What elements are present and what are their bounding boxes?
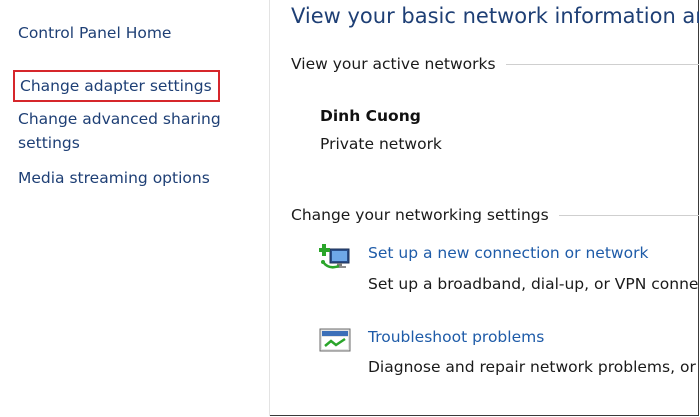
main-content: View your basic network information and …	[270, 0, 699, 416]
sidebar-item-change-advanced-sharing-settings[interactable]: Change advanced sharing settings	[18, 107, 258, 155]
setup-connection-link[interactable]: Set up a new connection or network	[368, 244, 648, 262]
troubleshoot-problems-link[interactable]: Troubleshoot problems	[368, 328, 544, 346]
section-divider	[558, 214, 699, 216]
networking-settings-heading: Change your networking settings	[291, 206, 549, 224]
networking-settings-section: Change your networking settings	[291, 206, 699, 224]
troubleshoot-problems-description: Diagnose and repair network problems, or…	[368, 358, 699, 376]
active-networks-section: View your active networks	[291, 55, 699, 73]
sidebar-item-media-streaming-options[interactable]: Media streaming options	[18, 166, 210, 190]
active-networks-heading: View your active networks	[291, 55, 496, 73]
sidebar: Control Panel Home Change adapter settin…	[0, 0, 270, 416]
troubleshoot-icon[interactable]	[319, 326, 353, 356]
page-title: View your basic network information and	[291, 4, 699, 28]
network-type: Private network	[320, 135, 442, 153]
sidebar-item-control-panel-home[interactable]: Control Panel Home	[18, 21, 171, 45]
network-name: Dinh Cuong	[320, 107, 421, 125]
sidebar-item-change-adapter-settings[interactable]: Change adapter settings	[13, 70, 220, 102]
new-connection-icon[interactable]	[318, 242, 353, 272]
setup-connection-description: Set up a broadband, dial-up, or VPN conn…	[368, 275, 699, 293]
section-divider	[505, 63, 699, 65]
